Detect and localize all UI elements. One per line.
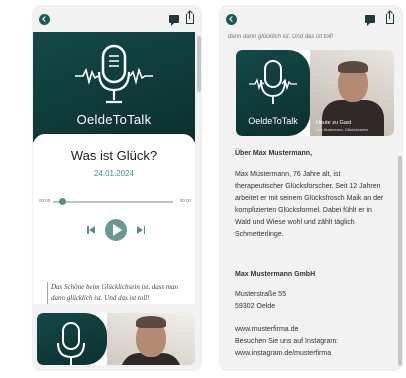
quote-fragment: dann dann glücklich ist. Und das ist tol… xyxy=(228,34,334,40)
player-screen: OeldeToTalk Was ist Glück? 24.01.2024 00… xyxy=(33,6,201,370)
top-bar xyxy=(33,6,201,32)
episode-title: Was ist Glück? xyxy=(70,148,158,163)
episode-date: 24.01.2024 xyxy=(93,169,135,178)
podcast-cover: OeldeToTalk xyxy=(33,32,195,142)
company-street: Musterstraße 55 xyxy=(235,291,286,298)
about-line: Max Mustermann, 76 Jahre alt, ist xyxy=(235,171,341,178)
scrollbar[interactable] xyxy=(398,156,402,366)
top-bar xyxy=(220,6,402,32)
back-arrow-icon[interactable] xyxy=(39,14,50,25)
microphone-icon xyxy=(249,60,297,104)
share-icon[interactable] xyxy=(186,11,194,24)
podcast-brand: OeldeToTalk xyxy=(76,112,152,127)
time-elapsed: 00:00 xyxy=(39,198,51,203)
about-line: therapeutischer Glücksforscher. Seit 12 … xyxy=(235,183,381,190)
time-total: 00:00 xyxy=(179,198,191,203)
company-city: 59302 Oelde xyxy=(235,303,276,310)
company-name: Max Mustermann GmbH xyxy=(235,271,316,278)
microphone-icon xyxy=(75,44,153,104)
play-icon[interactable] xyxy=(105,219,127,241)
microphone-icon xyxy=(57,322,85,365)
banner-brand: OeldeToTalk xyxy=(248,116,298,126)
progress-track[interactable] xyxy=(53,201,173,203)
about-heading: Über Max Mustermann, xyxy=(235,150,313,157)
about-line: Wald und Wiese wohl und zählt täglich xyxy=(235,219,355,226)
about-line: Schmetterlinge. xyxy=(235,231,284,238)
progress-thumb[interactable] xyxy=(59,198,66,205)
thumbnail-logo-panel xyxy=(37,313,107,365)
episode-quote: Das Schöne beim Glücklichsein ist, dass … xyxy=(47,282,191,304)
back-arrow-icon[interactable] xyxy=(226,14,237,25)
episode-thumbnail[interactable] xyxy=(37,313,195,365)
guest-banner[interactable]: OeldeToTalk Heute zu Gast Max Mustermann… xyxy=(236,50,394,136)
share-icon[interactable] xyxy=(386,11,394,24)
player-card: Was ist Glück? 24.01.2024 00:00 00:00 Da… xyxy=(33,134,195,304)
guest-overlay-title: Heute zu Gast xyxy=(316,120,352,126)
about-line: komplizierten Glücksformel. Dabei fühlt … xyxy=(235,207,372,214)
guest-photo xyxy=(107,313,195,365)
chat-icon[interactable] xyxy=(169,15,179,26)
instagram-link[interactable]: www.instagram.de/musterfirma xyxy=(235,348,331,360)
guest-overlay-subtitle: Max Mustermann, Glücksforscher xyxy=(316,128,369,132)
instagram-label: Besuchen Sie uns auf Instagram: xyxy=(235,338,339,345)
banner-logo-panel: OeldeToTalk xyxy=(236,50,310,136)
about-line: arbeitet er mit seinem Glücksfrosch Maik… xyxy=(235,195,384,202)
episode-detail-screen: dann dann glücklich ist. Und das ist tol… xyxy=(220,6,402,370)
about-text: Max Mustermann, 76 Jahre alt, ist therap… xyxy=(235,169,383,241)
skip-previous-icon[interactable] xyxy=(87,226,95,234)
skip-next-icon[interactable] xyxy=(137,226,145,234)
company-website-link[interactable]: www.musterfirma.de xyxy=(235,324,298,336)
chat-icon[interactable] xyxy=(365,15,375,26)
scrollbar[interactable] xyxy=(197,36,201,92)
